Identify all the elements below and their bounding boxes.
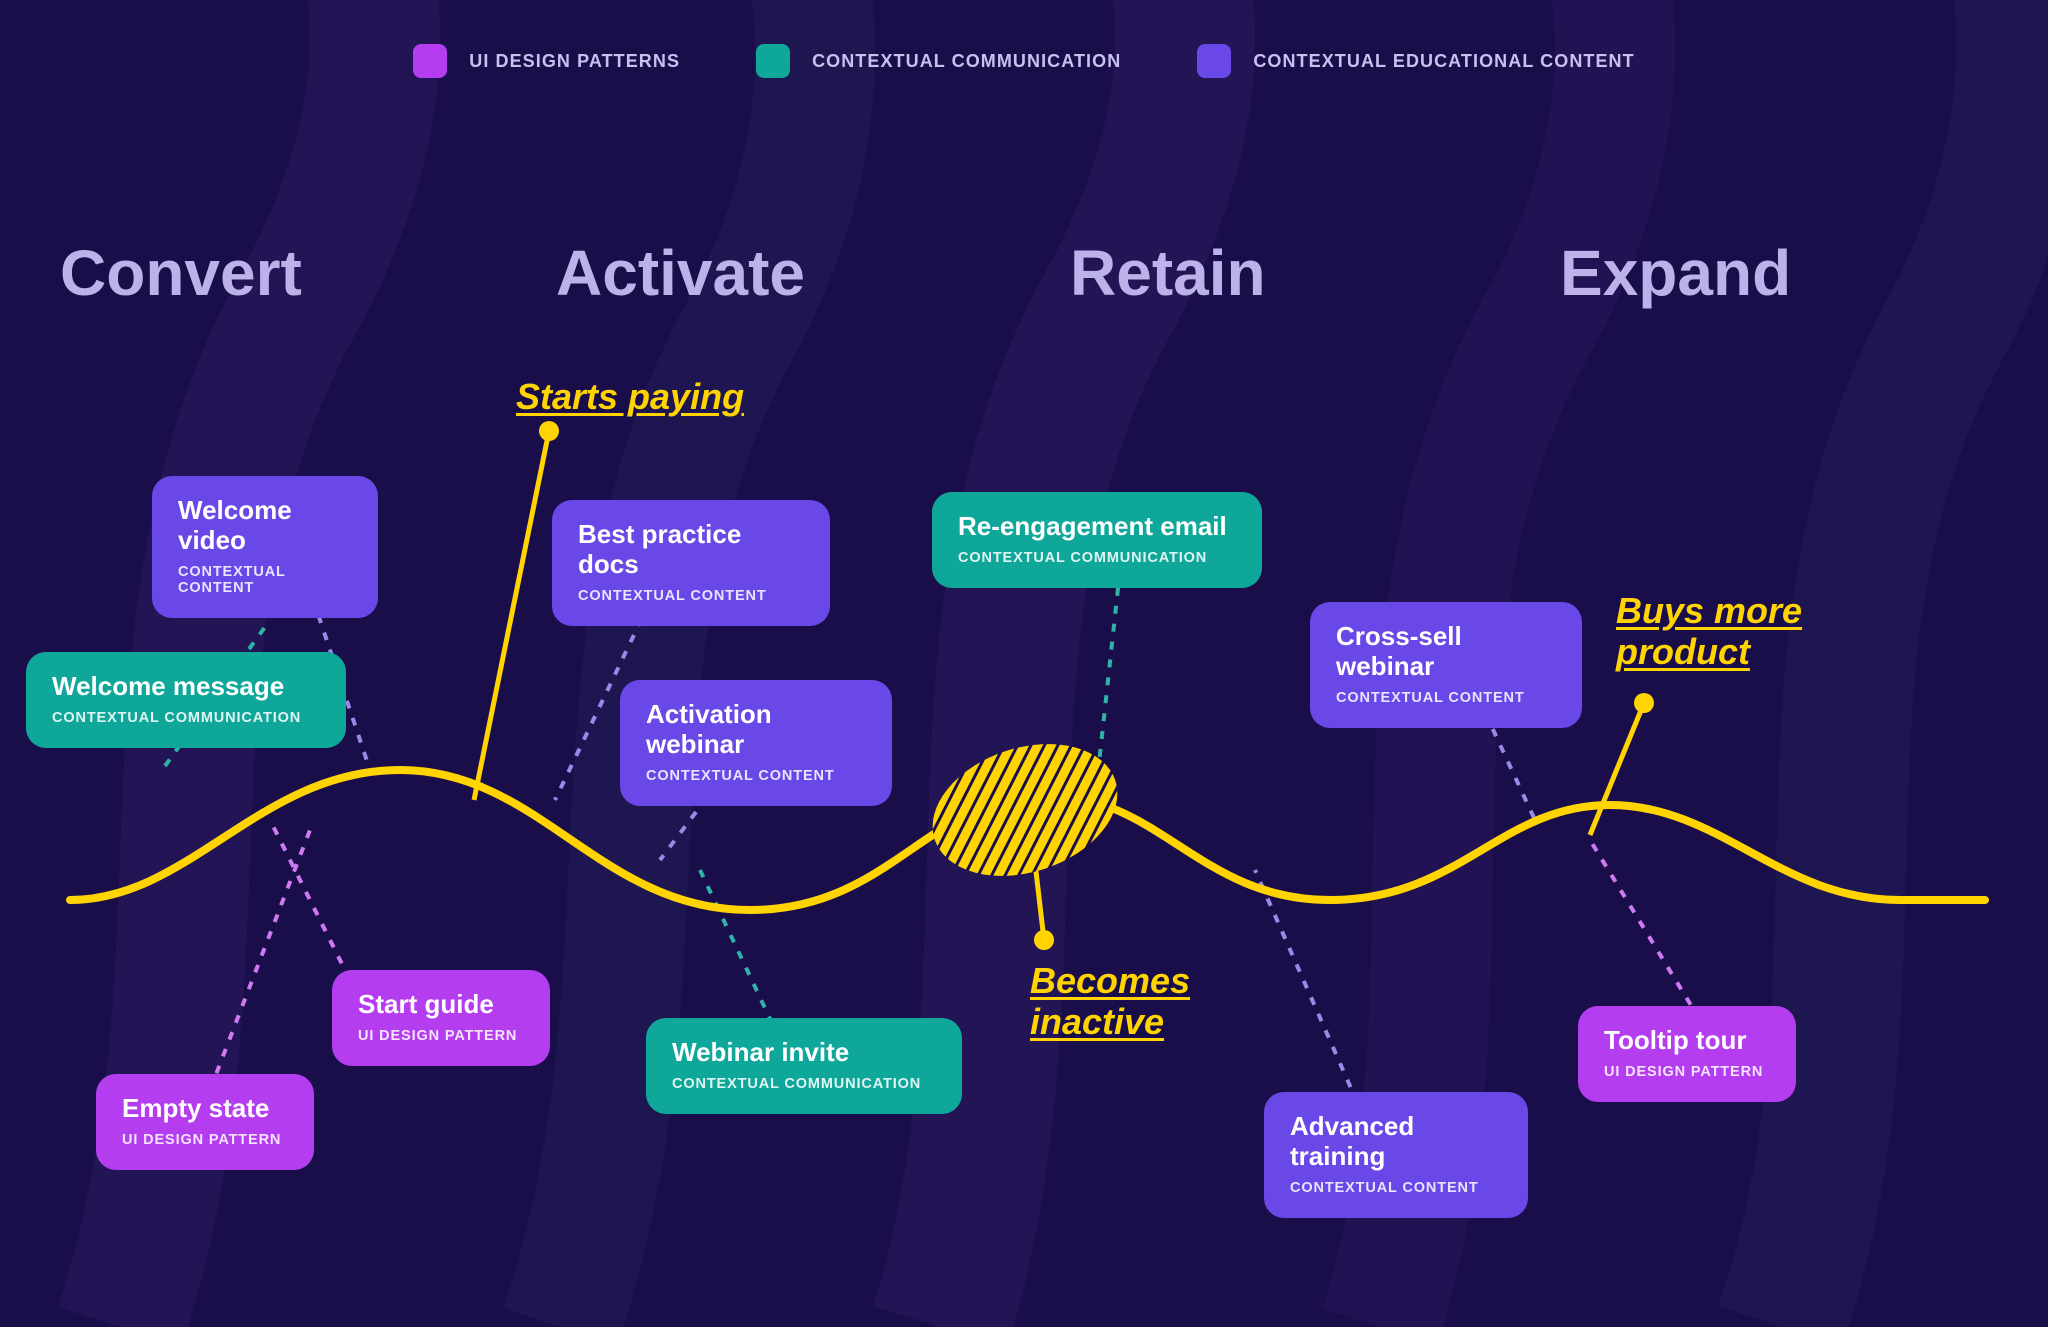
legend-item-ui-design: UI DESIGN PATTERNS <box>413 44 680 78</box>
card-subtitle: CONTEXTUAL CONTENT <box>1290 1180 1502 1196</box>
card-subtitle: CONTEXTUAL COMMUNICATION <box>958 550 1236 566</box>
milestone-dot-becomes-inactive <box>1034 930 1054 950</box>
milestone-buys-more: Buys more product <box>1616 590 1802 673</box>
legend-label: CONTEXTUAL COMMUNICATION <box>812 51 1121 72</box>
legend-item-communication: CONTEXTUAL COMMUNICATION <box>756 44 1121 78</box>
card-reengagement-email: Re-engagement email CONTEXTUAL COMMUNICA… <box>932 492 1262 588</box>
legend-swatch-magenta <box>413 44 447 78</box>
inactive-hatched-blob <box>915 722 1134 899</box>
card-subtitle: CONTEXTUAL CONTENT <box>1336 690 1556 706</box>
connector-tooltip-tour <box>1590 840 1700 1020</box>
card-welcome-video: Welcome video CONTEXTUAL CONTENT <box>152 476 378 618</box>
card-subtitle: CONTEXTUAL CONTENT <box>646 768 866 784</box>
card-title: Welcome message <box>52 672 320 702</box>
lifecycle-diagram: UI DESIGN PATTERNS CONTEXTUAL COMMUNICAT… <box>0 0 2048 1327</box>
milestone-dot-starts-paying <box>539 421 559 441</box>
card-title: Best practice docs <box>578 520 804 580</box>
card-subtitle: CONTEXTUAL COMMUNICATION <box>52 710 320 726</box>
connector-empty-state <box>210 830 310 1090</box>
legend: UI DESIGN PATTERNS CONTEXTUAL COMMUNICAT… <box>0 44 2048 78</box>
card-subtitle: UI DESIGN PATTERN <box>1604 1064 1770 1080</box>
card-title: Advanced training <box>1290 1112 1502 1172</box>
card-subtitle: UI DESIGN PATTERN <box>358 1028 524 1044</box>
card-title: Empty state <box>122 1094 288 1124</box>
stage-heading-retain: Retain <box>1070 236 1266 310</box>
card-title: Tooltip tour <box>1604 1026 1770 1056</box>
card-title: Webinar invite <box>672 1038 936 1068</box>
card-subtitle: CONTEXTUAL CONTENT <box>578 588 804 604</box>
card-welcome-message: Welcome message CONTEXTUAL COMMUNICATION <box>26 652 346 748</box>
stage-heading-expand: Expand <box>1560 236 1791 310</box>
card-title: Activation webinar <box>646 700 866 760</box>
legend-label: UI DESIGN PATTERNS <box>469 51 680 72</box>
card-advanced-training: Advanced training CONTEXTUAL CONTENT <box>1264 1092 1528 1218</box>
legend-swatch-teal <box>756 44 790 78</box>
legend-label: CONTEXTUAL EDUCATIONAL CONTENT <box>1253 51 1634 72</box>
card-subtitle: CONTEXTUAL CONTENT <box>178 564 352 596</box>
card-cross-sell-webinar: Cross-sell webinar CONTEXTUAL CONTENT <box>1310 602 1582 728</box>
card-start-guide: Start guide UI DESIGN PATTERN <box>332 970 550 1066</box>
card-tooltip-tour: Tooltip tour UI DESIGN PATTERN <box>1578 1006 1796 1102</box>
card-title: Start guide <box>358 990 524 1020</box>
card-best-practice-docs: Best practice docs CONTEXTUAL CONTENT <box>552 500 830 626</box>
card-title: Re-engagement email <box>958 512 1236 542</box>
card-empty-state: Empty state UI DESIGN PATTERN <box>96 1074 314 1170</box>
connector-webinar-invite <box>700 870 780 1040</box>
legend-swatch-indigo <box>1197 44 1231 78</box>
milestone-line-starts-paying <box>474 431 549 800</box>
milestone-starts-paying: Starts paying <box>516 376 744 417</box>
card-subtitle: CONTEXTUAL COMMUNICATION <box>672 1076 936 1092</box>
card-title: Welcome video <box>178 496 352 556</box>
card-activation-webinar: Activation webinar CONTEXTUAL CONTENT <box>620 680 892 806</box>
stage-heading-activate: Activate <box>556 236 805 310</box>
milestone-line-buys-more <box>1590 703 1644 835</box>
card-title: Cross-sell webinar <box>1336 622 1556 682</box>
milestone-dot-buys-more <box>1634 693 1654 713</box>
card-webinar-invite: Webinar invite CONTEXTUAL COMMUNICATION <box>646 1018 962 1114</box>
stage-heading-convert: Convert <box>60 236 302 310</box>
card-subtitle: UI DESIGN PATTERN <box>122 1132 288 1148</box>
connector-advanced-training <box>1255 870 1365 1120</box>
legend-item-educational: CONTEXTUAL EDUCATIONAL CONTENT <box>1197 44 1634 78</box>
milestone-becomes-inactive: Becomes inactive <box>1030 960 1190 1043</box>
